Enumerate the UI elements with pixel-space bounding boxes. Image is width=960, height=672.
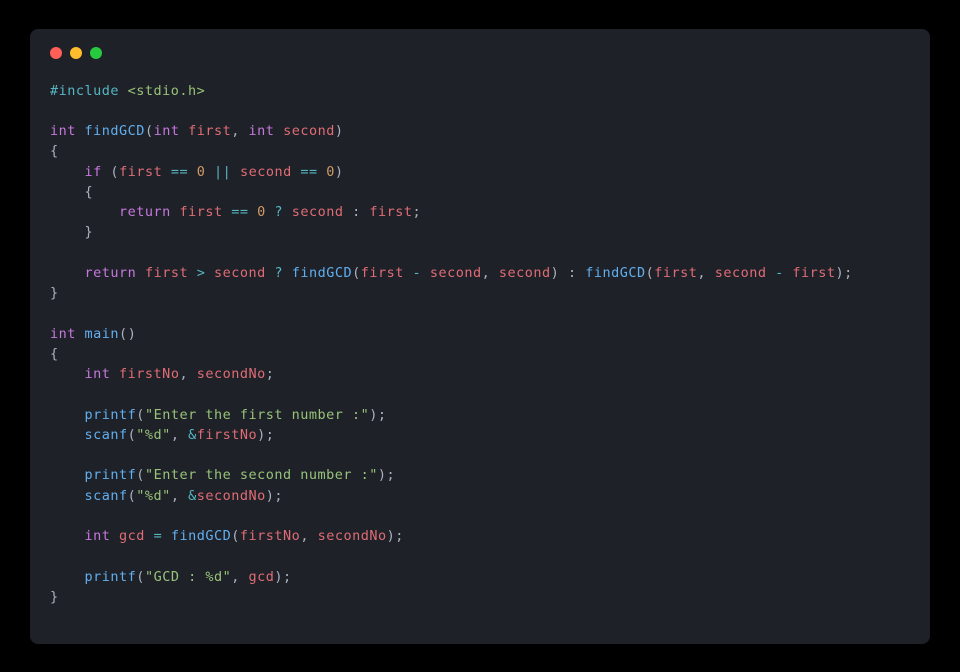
fn-scanf: scanf [85, 427, 128, 443]
include-path: <stdio.h> [119, 83, 205, 99]
preprocessor: #include [50, 83, 119, 99]
zoom-icon[interactable] [90, 47, 102, 59]
titlebar [50, 47, 910, 59]
kw-if: if [85, 164, 102, 180]
code-content: #include <stdio.h> int findGCD(int first… [50, 81, 910, 608]
type-int: int [50, 123, 76, 139]
fn-findGCD: findGCD [85, 123, 145, 139]
fn-printf: printf [85, 407, 137, 423]
close-icon[interactable] [50, 47, 62, 59]
minimize-icon[interactable] [70, 47, 82, 59]
fn-main: main [85, 326, 120, 342]
editor-window: #include <stdio.h> int findGCD(int first… [30, 29, 930, 644]
kw-return: return [119, 204, 171, 220]
